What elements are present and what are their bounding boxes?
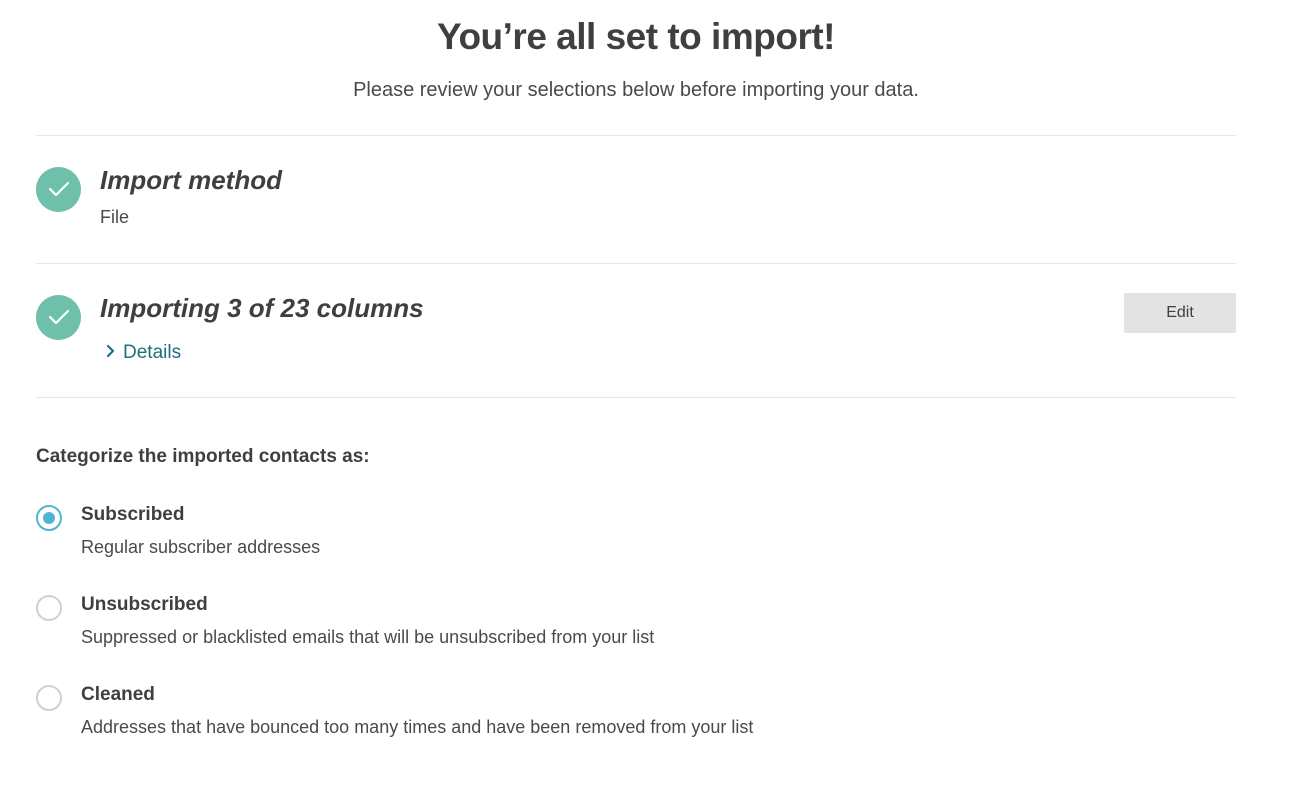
page-title: You’re all set to import! (437, 16, 835, 57)
radio-label: Unsubscribed (81, 594, 208, 615)
chevron-right-icon (106, 342, 115, 364)
divider (36, 135, 1236, 136)
radio-description: Regular subscriber addresses (81, 537, 321, 557)
radio-label: Subscribed (81, 504, 185, 525)
page-subtitle: Please review your selections below befo… (353, 79, 919, 101)
details-label: Details (123, 342, 182, 363)
step-value: File (100, 207, 130, 227)
radio-option-cleaned[interactable]: Cleaned Addresses that have bounced too … (36, 684, 936, 754)
divider (36, 397, 1236, 398)
categorize-heading: Categorize the imported contacts as: (36, 446, 370, 467)
radio-button[interactable] (36, 505, 62, 531)
step-title: Import method (100, 165, 282, 195)
check-icon (36, 295, 81, 340)
step-title: Importing 3 of 23 columns (100, 293, 424, 323)
check-icon (36, 167, 81, 212)
radio-option-subscribed[interactable]: Subscribed Regular subscriber addresses (36, 504, 936, 574)
radio-description: Suppressed or blacklisted emails that wi… (81, 627, 655, 647)
divider (36, 263, 1236, 264)
edit-button[interactable]: Edit (1124, 293, 1236, 333)
details-toggle[interactable]: Details (106, 342, 181, 364)
radio-label: Cleaned (81, 684, 155, 705)
radio-dot (43, 512, 55, 524)
radio-button[interactable] (36, 595, 62, 621)
radio-option-unsubscribed[interactable]: Unsubscribed Suppressed or blacklisted e… (36, 594, 936, 664)
radio-description: Addresses that have bounced too many tim… (81, 717, 754, 737)
radio-button[interactable] (36, 685, 62, 711)
